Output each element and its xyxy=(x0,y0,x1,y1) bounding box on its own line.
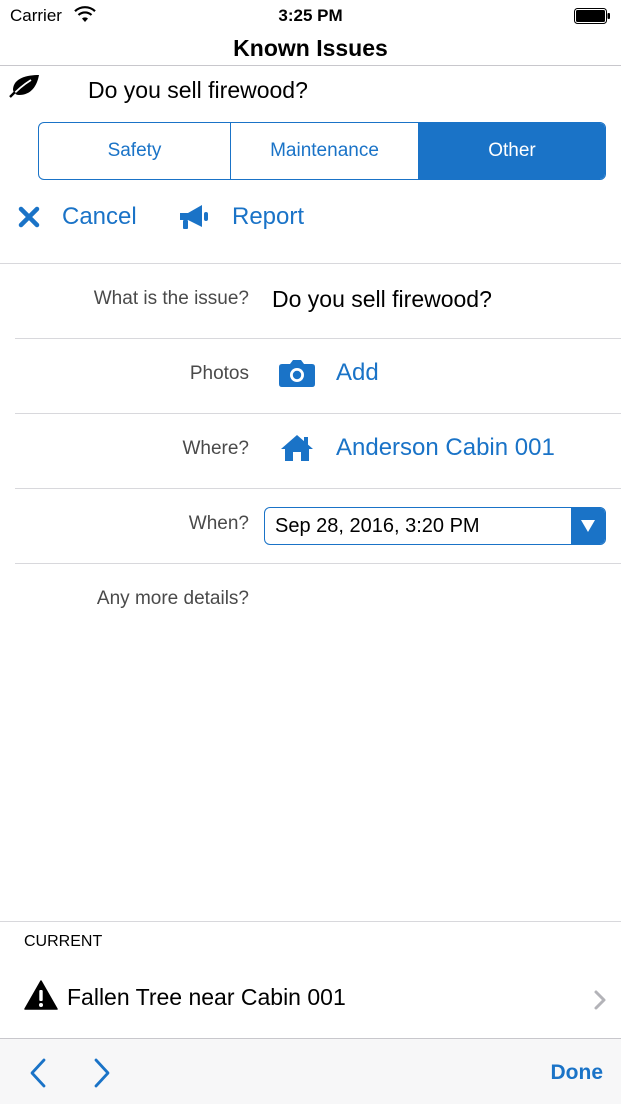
row-divider xyxy=(15,338,621,339)
done-button[interactable]: Done xyxy=(551,1061,604,1085)
location-button[interactable]: Anderson Cabin 001 xyxy=(278,433,555,463)
chevron-right-icon[interactable] xyxy=(92,1057,112,1089)
row-divider xyxy=(15,563,621,564)
megaphone-icon xyxy=(180,205,208,229)
add-photo-button[interactable]: Add xyxy=(278,358,379,388)
action-bar: Cancel Report xyxy=(0,195,621,239)
battery-icon xyxy=(574,8,610,24)
details-field-label: Any more details? xyxy=(96,588,249,609)
page-title: Known Issues xyxy=(233,35,388,61)
chevron-right-icon xyxy=(594,990,606,1010)
report-label: Report xyxy=(232,203,305,230)
bottom-toolbar: Done xyxy=(0,1038,621,1104)
cancel-button[interactable]: Cancel xyxy=(18,195,137,239)
status-time: 3:25 PM xyxy=(278,6,343,25)
where-field-label: Where? xyxy=(182,438,249,459)
row-divider xyxy=(15,413,621,414)
date-time-value: Sep 28, 2016, 3:20 PM xyxy=(275,515,480,537)
close-icon xyxy=(18,206,40,228)
report-button[interactable]: Report xyxy=(178,195,304,239)
issue-title: Do you sell firewood? xyxy=(88,77,308,103)
add-photo-label: Add xyxy=(336,359,379,386)
status-bar: Carrier 3:25 PM xyxy=(0,0,621,32)
cancel-label: Cancel xyxy=(62,203,137,230)
issue-header: Do you sell firewood? xyxy=(0,66,621,116)
segment-maintenance[interactable]: Maintenance xyxy=(231,123,419,179)
issue-field-label: What is the issue? xyxy=(93,288,249,309)
location-label: Anderson Cabin 001 xyxy=(336,434,555,461)
leaf-icon xyxy=(9,75,39,98)
details-text-area[interactable] xyxy=(264,575,606,905)
section-divider xyxy=(0,263,621,264)
issue-field-value[interactable]: Do you sell firewood? xyxy=(272,286,492,313)
current-issue-label: Fallen Tree near Cabin 001 xyxy=(67,984,346,1010)
current-issue-item[interactable]: Fallen Tree near Cabin 001 xyxy=(0,972,621,1028)
photos-field-label: Photos xyxy=(189,363,249,384)
current-section-header: CURRENT xyxy=(24,933,103,950)
row-divider xyxy=(15,488,621,489)
camera-icon xyxy=(279,360,315,387)
section-divider xyxy=(0,921,621,922)
home-icon xyxy=(281,435,313,461)
chevron-left-icon[interactable] xyxy=(28,1057,48,1089)
category-segmented-control: Safety Maintenance Other xyxy=(38,122,606,180)
segment-other[interactable]: Other xyxy=(419,123,605,179)
dropdown-button[interactable] xyxy=(571,508,605,544)
caret-down-icon xyxy=(581,520,595,532)
when-field-label: When? xyxy=(188,513,249,534)
segment-safety[interactable]: Safety xyxy=(39,123,231,179)
date-time-select[interactable]: Sep 28, 2016, 3:20 PM xyxy=(264,507,606,545)
warning-icon xyxy=(24,980,58,1010)
